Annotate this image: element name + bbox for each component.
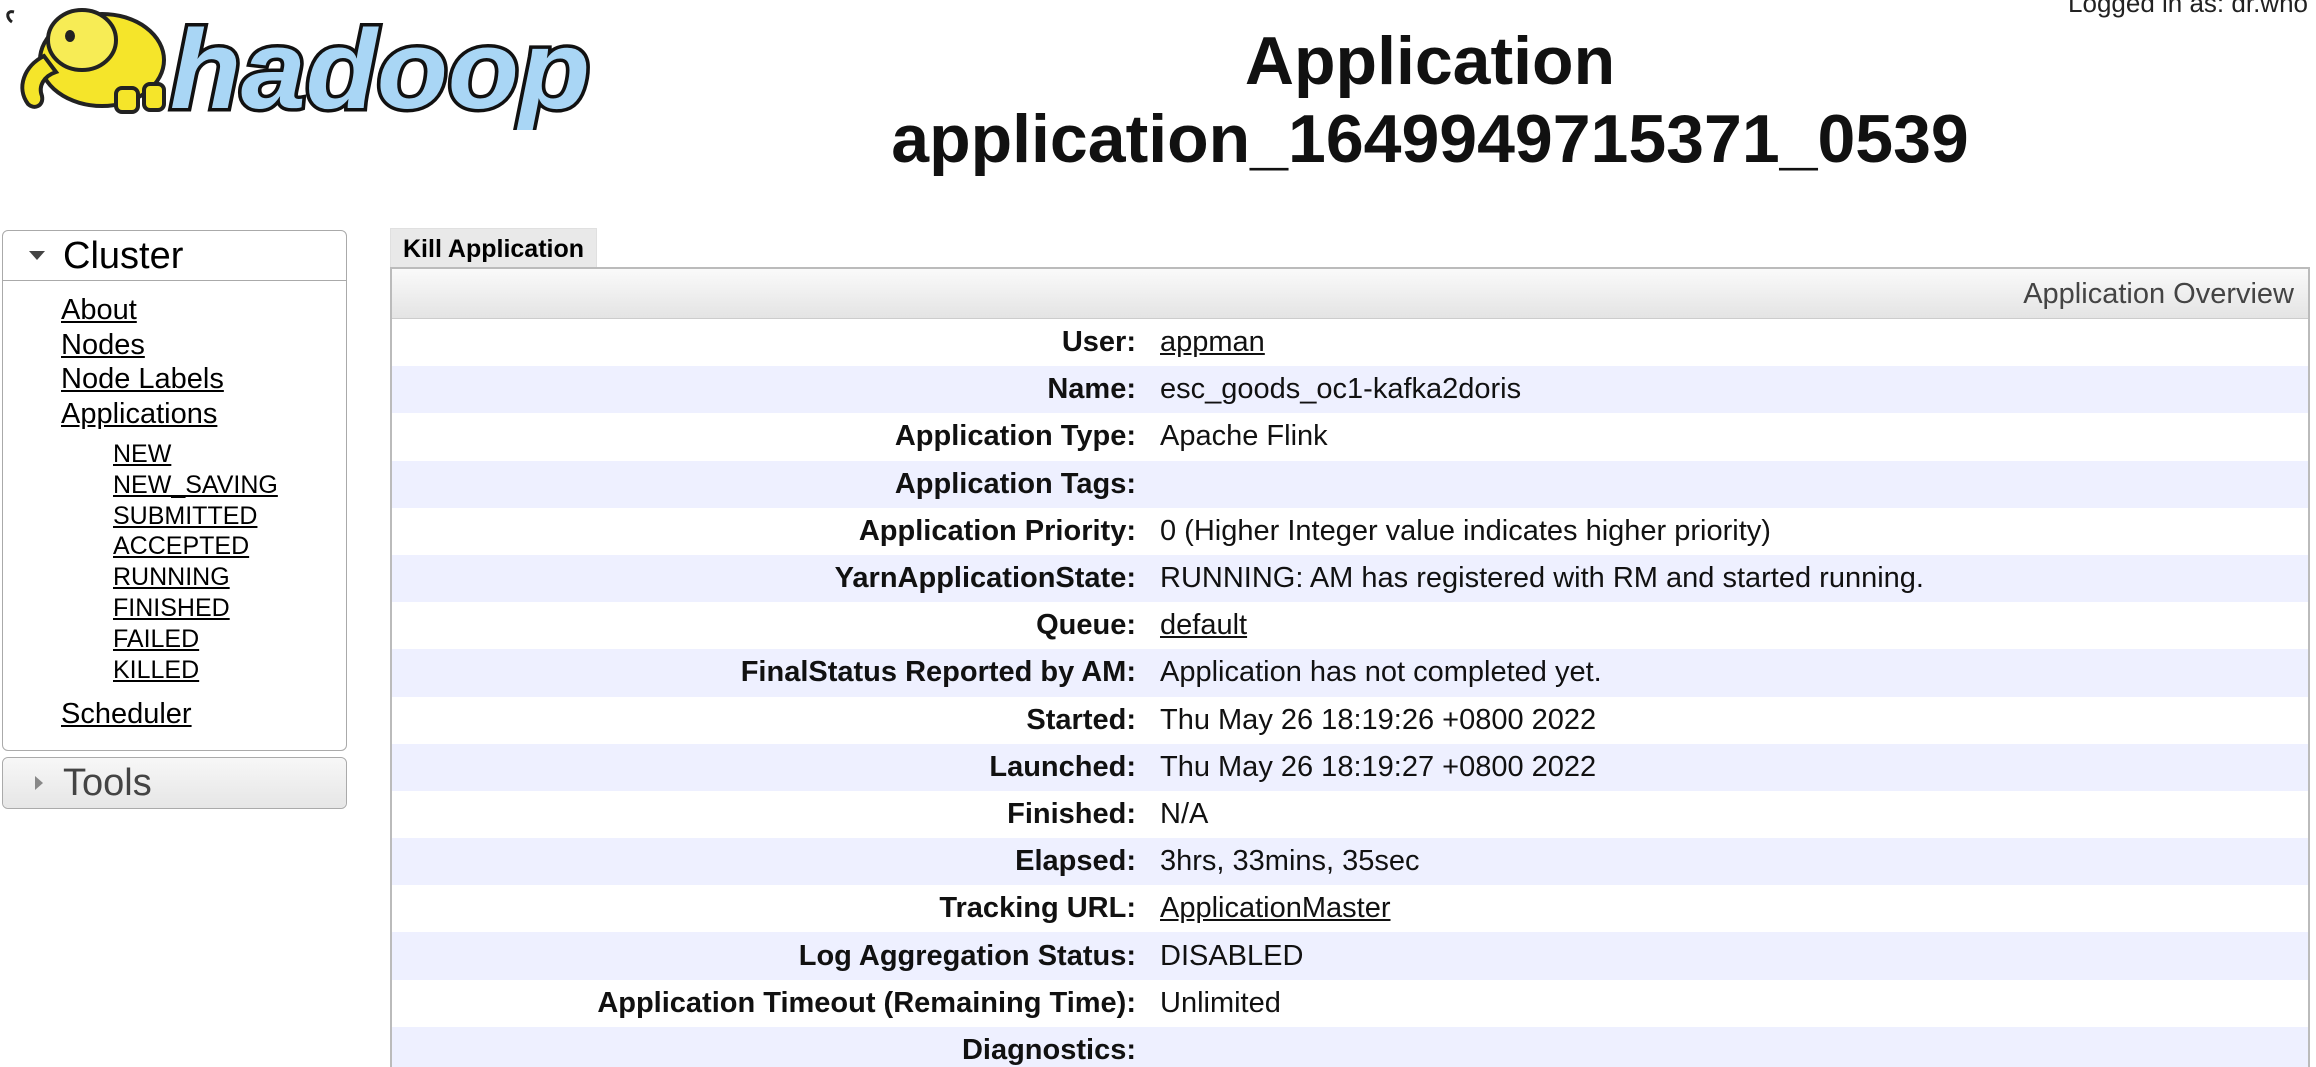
nav-state-new[interactable]: NEW [113, 439, 346, 470]
info-value: default [1160, 609, 2308, 642]
nav-link-nodes[interactable]: Nodes [61, 328, 346, 363]
info-value: N/A [1160, 797, 1209, 830]
info-row-final-status: FinalStatus Reported by AM: Application … [392, 649, 2308, 697]
nav-head-tools-label: Tools [63, 761, 152, 804]
info-value: Unlimited [1160, 986, 1281, 1019]
nav-state-new-saving[interactable]: NEW_SAVING [113, 470, 346, 501]
elephant-icon [6, 8, 166, 114]
nav-state-submitted[interactable]: SUBMITTED [113, 501, 346, 532]
nav-link-scheduler[interactable]: Scheduler [61, 697, 346, 732]
nav-section-tools: Tools [2, 756, 347, 809]
nav-section-cluster: Cluster About Nodes Node Labels Applicat… [2, 230, 347, 751]
info-label: Application Tags: [894, 467, 1136, 500]
nav-app-states: NEW NEW_SAVING SUBMITTED ACCEPTED RUNNIN… [61, 431, 346, 697]
info-value: DISABLED [1160, 939, 1304, 972]
nav-head-tools[interactable]: Tools [3, 757, 346, 808]
info-row-application-priority: Application Priority: 0 (Higher Integer … [392, 507, 2308, 555]
info-value: ApplicationMaster [1160, 892, 2308, 925]
info-label: FinalStatus Reported by AM: [740, 656, 1136, 689]
login-status: Logged in as: dr.who [2068, 0, 2308, 18]
info-label: Application Type: [894, 420, 1136, 453]
overview-table: User: appman Name: esc_goods_oc1-kafka2d… [392, 319, 2308, 1067]
nav-state-running[interactable]: RUNNING [113, 562, 346, 593]
info-row-queue: Queue: default [392, 602, 2308, 650]
info-value: esc_goods_oc1-kafka2doris [1160, 373, 1522, 406]
info-row-timeout: Application Timeout (Remaining Time): Un… [392, 979, 2308, 1027]
info-label: Application Timeout (Remaining Time): [597, 986, 1136, 1019]
info-row-name: Name: esc_goods_oc1-kafka2doris [392, 366, 2308, 414]
nav-head-cluster-label: Cluster [63, 235, 184, 277]
info-label: Tracking URL: [939, 892, 1136, 925]
info-value: Application has not completed yet. [1160, 656, 1602, 689]
info-row-application-tags: Application Tags: [392, 460, 2308, 508]
info-row-diagnostics: Diagnostics: [392, 1026, 2308, 1067]
triangle-right-icon [35, 775, 43, 790]
info-value: Thu May 26 18:19:27 +0800 2022 [1160, 750, 1597, 783]
nav-body-cluster: About Nodes Node Labels Applications NEW… [3, 281, 346, 750]
info-label: Launched: [989, 750, 1136, 783]
info-label: YarnApplicationState: [834, 562, 1136, 595]
info-value: 3hrs, 33mins, 35sec [1160, 845, 1420, 878]
info-row-tracking-url: Tracking URL: ApplicationMaster [392, 885, 2308, 933]
logo-wordmark: hadoop [170, 7, 590, 130]
nav-state-accepted[interactable]: ACCEPTED [113, 531, 346, 562]
tracking-url-link[interactable]: ApplicationMaster [1160, 892, 1391, 924]
info-value: appman [1160, 326, 2308, 359]
info-row-launched: Launched: Thu May 26 18:19:27 +0800 2022 [392, 743, 2308, 791]
overview-title: Application Overview [392, 269, 2308, 319]
page-header: hadoop Logged in as: dr.who Application … [0, 0, 2316, 200]
info-value: Apache Flink [1160, 420, 1328, 453]
info-label: Application Priority: [858, 514, 1136, 547]
info-label: Started: [1026, 703, 1136, 736]
info-label: Name: [1047, 373, 1136, 406]
page-title-app-id: application_1649949715371_0539 [891, 101, 1969, 177]
info-value: Thu May 26 18:19:26 +0800 2022 [1160, 703, 1597, 736]
nav-state-killed[interactable]: KILLED [113, 655, 346, 686]
info-row-user: User: appman [392, 319, 2308, 367]
info-row-started: Started: Thu May 26 18:19:26 +0800 2022 [392, 696, 2308, 744]
queue-link[interactable]: default [1160, 609, 1247, 641]
triangle-down-icon [29, 251, 45, 260]
nav-state-failed[interactable]: FAILED [113, 624, 346, 655]
info-label: Elapsed: [1015, 845, 1136, 878]
info-row-log-aggregation: Log Aggregation Status: DISABLED [392, 932, 2308, 980]
info-label: Finished: [1007, 797, 1136, 830]
info-row-yarn-state: YarnApplicationState: RUNNING: AM has re… [392, 554, 2308, 603]
user-link[interactable]: appman [1160, 326, 1265, 358]
nav-state-finished[interactable]: FINISHED [113, 593, 346, 624]
info-row-finished: Finished: N/A [392, 790, 2308, 839]
nav-head-cluster[interactable]: Cluster [3, 231, 346, 281]
info-label: Queue: [1036, 609, 1136, 642]
hadoop-logo[interactable]: hadoop [4, 0, 604, 130]
nav-link-about[interactable]: About [61, 293, 346, 328]
info-value: RUNNING: AM has registered with RM and s… [1160, 562, 1924, 595]
info-value: 0 (Higher Integer value indicates higher… [1160, 514, 1771, 547]
info-label: User: [1061, 326, 1136, 359]
info-row-elapsed: Elapsed: 3hrs, 33mins, 35sec [392, 838, 2308, 886]
application-overview-panel: Application Overview User: appman Name: … [390, 267, 2310, 1067]
info-row-application-type: Application Type: Apache Flink [392, 413, 2308, 461]
info-label: Log Aggregation Status: [798, 939, 1136, 972]
nav-link-applications[interactable]: Applications [61, 397, 346, 432]
nav-link-node-labels[interactable]: Node Labels [61, 362, 346, 397]
kill-application-button[interactable]: Kill Application [390, 228, 598, 268]
sidebar-nav: Cluster About Nodes Node Labels Applicat… [2, 230, 347, 815]
page-title: Application application_1649949715371_05… [640, 22, 2220, 178]
page-title-line1: Application [1244, 23, 1616, 99]
